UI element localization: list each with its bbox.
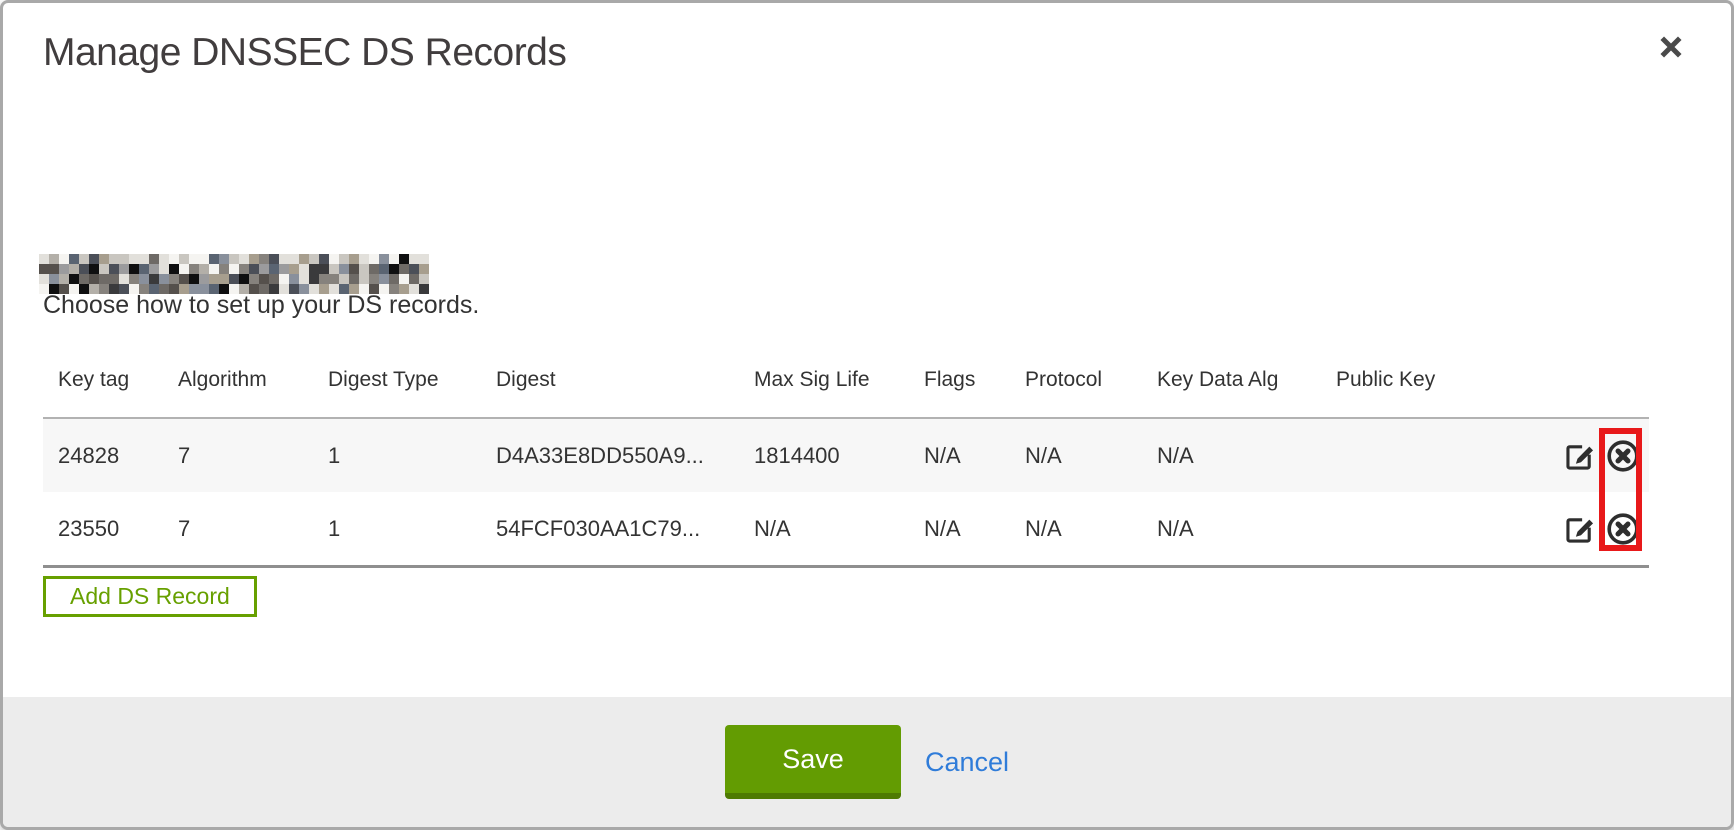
add-ds-record-button[interactable]: Add DS Record xyxy=(43,576,257,617)
edit-icon xyxy=(1563,439,1597,473)
delete-record-button[interactable] xyxy=(1605,438,1641,474)
redacted-domain xyxy=(39,254,429,294)
edit-record-button[interactable] xyxy=(1563,512,1597,546)
setup-instruction: Choose how to set up your DS records. xyxy=(43,291,479,320)
save-button[interactable]: Save xyxy=(725,725,901,799)
cell-key-tag: 24828 xyxy=(43,443,178,469)
col-header-protocol: Protocol xyxy=(1025,368,1157,392)
close-icon xyxy=(1656,32,1686,62)
col-header-flags: Flags xyxy=(924,368,1025,392)
col-header-key-data-alg: Key Data Alg xyxy=(1157,368,1336,392)
ds-records-table: Key tag Algorithm Digest Type Digest Max… xyxy=(43,343,1649,568)
manage-dnssec-dialog: Manage DNSSEC DS Records Choose how to s… xyxy=(0,0,1734,830)
edit-icon xyxy=(1563,512,1597,546)
cell-max-sig-life: N/A xyxy=(754,516,924,542)
col-header-algorithm: Algorithm xyxy=(178,368,328,392)
cell-flags: N/A xyxy=(924,516,1025,542)
cell-digest-type: 1 xyxy=(328,443,496,469)
cell-digest: 54FCF030AA1C79... xyxy=(496,516,754,542)
delete-record-button[interactable] xyxy=(1605,511,1641,547)
cell-key-data-alg: N/A xyxy=(1157,443,1336,469)
cell-algorithm: 7 xyxy=(178,443,328,469)
cell-max-sig-life: 1814400 xyxy=(754,443,924,469)
table-body: 24828 7 1 D4A33E8DD550A9... 1814400 N/A … xyxy=(43,417,1649,568)
cell-digest-type: 1 xyxy=(328,516,496,542)
cell-algorithm: 7 xyxy=(178,516,328,542)
col-header-key-tag: Key tag xyxy=(43,368,178,392)
close-button[interactable] xyxy=(1651,27,1691,67)
cell-protocol: N/A xyxy=(1025,516,1157,542)
edit-record-button[interactable] xyxy=(1563,439,1597,473)
cancel-link[interactable]: Cancel xyxy=(925,747,1009,778)
delete-icon xyxy=(1605,438,1641,474)
col-header-public-key: Public Key xyxy=(1336,368,1553,392)
col-header-max-sig-life: Max Sig Life xyxy=(754,368,924,392)
dialog-footer: Save Cancel xyxy=(3,697,1731,827)
table-row: 23550 7 1 54FCF030AA1C79... N/A N/A N/A … xyxy=(43,492,1649,565)
cell-protocol: N/A xyxy=(1025,443,1157,469)
cell-key-tag: 23550 xyxy=(43,516,178,542)
table-row: 24828 7 1 D4A33E8DD550A9... 1814400 N/A … xyxy=(43,419,1649,492)
delete-icon xyxy=(1605,511,1641,547)
cell-flags: N/A xyxy=(924,443,1025,469)
table-header-row: Key tag Algorithm Digest Type Digest Max… xyxy=(43,343,1649,417)
col-header-digest: Digest xyxy=(496,368,754,392)
col-header-digest-type: Digest Type xyxy=(328,368,496,392)
cell-key-data-alg: N/A xyxy=(1157,516,1336,542)
dialog-title: Manage DNSSEC DS Records xyxy=(43,31,566,75)
cell-digest: D4A33E8DD550A9... xyxy=(496,443,754,469)
